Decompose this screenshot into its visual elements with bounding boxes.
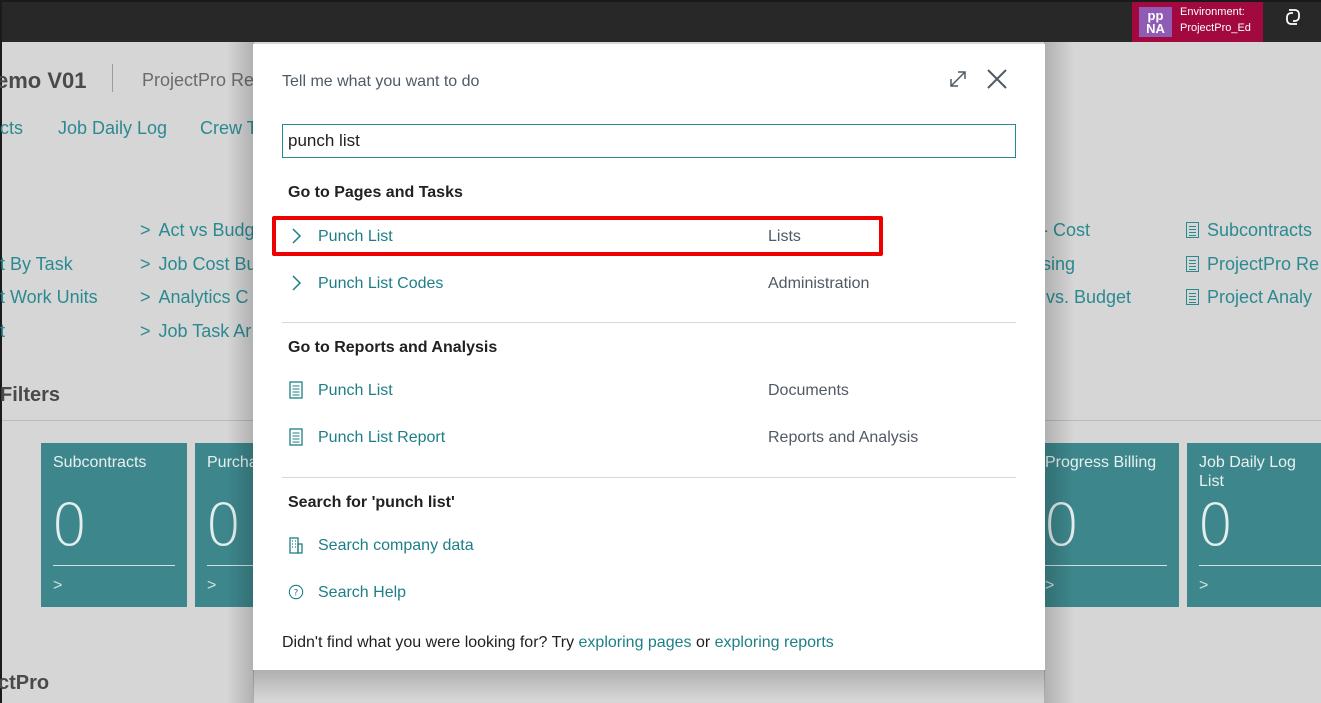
chevron-right-icon: > (140, 220, 151, 240)
report-icon (289, 428, 303, 446)
footer-middle: or (691, 634, 715, 651)
section-heading-search: Search for 'punch list' (288, 494, 455, 511)
result-name: Punch List (318, 382, 393, 399)
report-icon (1186, 289, 1199, 305)
chevron-right-icon: > (207, 577, 217, 594)
dialog-title: Tell me what you want to do (282, 73, 480, 90)
environment-avatar: pp NA (1139, 7, 1172, 37)
environment-label-line1: Environment: (1180, 6, 1245, 18)
tile-label: Job Daily Log List (1199, 454, 1296, 490)
cue-tile-subcontracts[interactable]: Subcontracts 0 > (41, 443, 187, 607)
chevron-right-icon: > (140, 254, 151, 274)
company-title: emo V01 (0, 68, 87, 93)
avatar-line2: NA (1146, 21, 1165, 36)
environment-name: ProjectPro_Ed (1180, 22, 1251, 34)
exploring-pages-link[interactable]: exploring pages (579, 634, 692, 651)
title-separator (112, 64, 113, 92)
dialog-shadow-left (227, 42, 254, 703)
report-link-project-analysis[interactable]: Project Analy (1186, 287, 1312, 308)
tile-divider (1199, 565, 1321, 566)
chevron-right-icon: > (140, 287, 151, 307)
link-label: ProjectPro Re (1207, 254, 1320, 274)
link-work-units[interactable]: t Work Units (0, 287, 98, 308)
dialog-footer: Didn't find what you were looking for? T… (282, 634, 834, 652)
environment-label: Environment: ProjectPro_Ed (1180, 4, 1251, 36)
building-icon (289, 537, 303, 554)
tile-value: 0 (51, 491, 88, 559)
result-punch-list-report-document[interactable]: Punch List Documents (282, 376, 1016, 408)
result-name: Search company data (318, 537, 474, 554)
tell-me-dialog: Tell me what you want to do Go to Pages … (253, 44, 1045, 670)
report-link-projectpro[interactable]: ProjectPro Re (1186, 254, 1319, 275)
copilot-icon[interactable] (1282, 6, 1304, 28)
search-help-link[interactable]: ? Search Help (282, 578, 1016, 610)
result-name: Punch List Report (318, 429, 446, 446)
link-report[interactable]: t (0, 321, 5, 342)
result-name: Punch List (318, 228, 393, 245)
environment-badge[interactable]: pp NA Environment: ProjectPro_Ed (1132, 2, 1263, 42)
result-punch-list-page[interactable]: Punch List Lists (282, 222, 1016, 254)
report-icon (1186, 256, 1199, 272)
result-category: Administration (768, 275, 870, 292)
result-category: Reports and Analysis (768, 429, 919, 446)
report-icon (289, 381, 303, 399)
tile-divider (53, 565, 175, 566)
section-divider (282, 322, 1016, 323)
nav-item-contracts[interactable]: cts (0, 118, 23, 139)
top-bar: pp NA Environment: ProjectPro_Ed (2, 2, 1321, 42)
report-icon (1186, 222, 1199, 238)
link-label: Subcontracts (1207, 220, 1313, 240)
chevron-right-icon (292, 228, 302, 244)
section-divider (282, 477, 1016, 478)
result-category: Documents (768, 382, 849, 399)
dialog-shadow-bottom (253, 670, 1045, 700)
report-link-subcontracts[interactable]: Subcontracts (1186, 220, 1312, 241)
exploring-reports-link[interactable]: exploring reports (715, 634, 834, 651)
chevron-right-icon: > (1199, 577, 1209, 594)
close-icon[interactable] (986, 68, 1008, 90)
help-circle-icon: ? (288, 584, 304, 600)
search-company-data-link[interactable]: Search company data (282, 531, 1016, 563)
link-cost-by-task[interactable]: t By Task (0, 254, 73, 275)
chevron-right-icon (292, 275, 302, 291)
expand-icon[interactable] (947, 68, 969, 90)
link-label: Project Analy (1207, 287, 1313, 307)
dialog-shadow-right (1044, 42, 1074, 703)
section-heading-reports: Go to Reports and Analysis (288, 339, 498, 356)
section-title-filters: Filters (0, 384, 61, 406)
result-punch-list-report[interactable]: Punch List Report Reports and Analysis (282, 423, 1016, 455)
search-input[interactable] (282, 124, 1016, 158)
nav-item-job-daily-log[interactable]: Job Daily Log (58, 118, 167, 139)
chevron-right-icon: > (53, 577, 63, 594)
chevron-right-icon: > (140, 321, 151, 341)
result-punch-list-codes[interactable]: Punch List Codes Administration (282, 269, 1016, 301)
cue-tile-job-daily-log-list[interactable]: Job Daily Log List 0 > (1187, 443, 1321, 607)
tile-value: 0 (1197, 491, 1234, 559)
section-heading-pages: Go to Pages and Tasks (288, 184, 463, 201)
section-title-projectpro: ctPro (0, 672, 50, 694)
footer-prefix: Didn't find what you were looking for? T… (282, 634, 579, 651)
result-category: Lists (768, 228, 801, 245)
result-name: Punch List Codes (318, 275, 444, 292)
tile-label: Subcontracts (53, 454, 147, 471)
svg-text:?: ? (294, 589, 299, 599)
result-name: Search Help (318, 584, 407, 601)
